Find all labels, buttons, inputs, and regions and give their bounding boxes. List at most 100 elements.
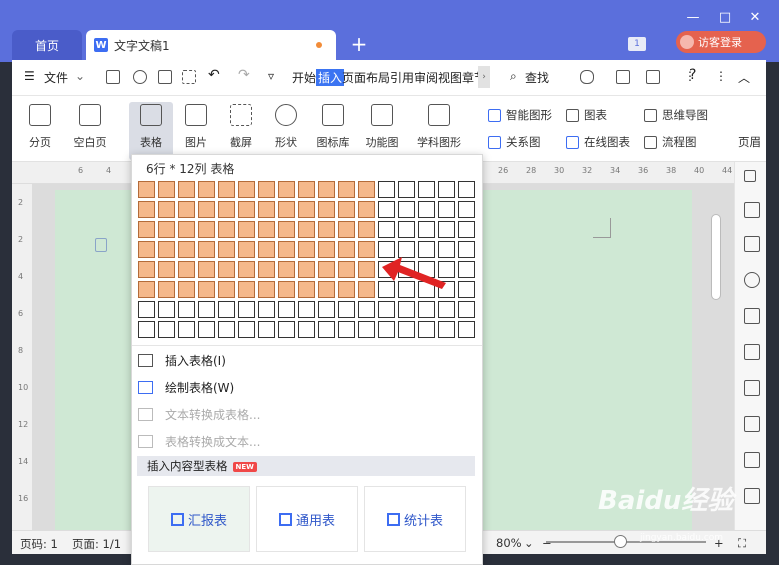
picture-button[interactable]: 图片 [174, 102, 218, 150]
grid-cell[interactable] [178, 181, 195, 198]
grid-cell[interactable] [318, 261, 335, 278]
close-button[interactable]: ✕ [746, 10, 764, 25]
grid-cell[interactable] [138, 221, 155, 238]
save-icon[interactable] [106, 70, 120, 84]
grid-cell[interactable] [278, 241, 295, 258]
grid-cell[interactable] [278, 281, 295, 298]
grid-cell[interactable] [218, 201, 235, 218]
table-tool-icon[interactable] [744, 344, 760, 360]
grid-cell[interactable] [138, 261, 155, 278]
grid-cell[interactable] [198, 281, 215, 298]
grid-cell[interactable] [218, 261, 235, 278]
online-chart-button[interactable]: 在线图表 [566, 134, 630, 150]
zoom-level[interactable]: 80% [496, 536, 522, 550]
grid-cell[interactable] [258, 221, 275, 238]
grid-cell[interactable] [458, 221, 475, 238]
grid-cell[interactable] [338, 301, 355, 318]
grid-cell[interactable] [158, 221, 175, 238]
grid-cell[interactable] [438, 221, 455, 238]
grid-cell[interactable] [218, 181, 235, 198]
grid-cell[interactable] [258, 201, 275, 218]
tab-home[interactable]: 首页 [12, 30, 82, 60]
grid-cell[interactable] [238, 321, 255, 338]
grid-cell[interactable] [138, 181, 155, 198]
table-to-text-item[interactable]: 表格转换成文本... [138, 433, 260, 450]
menu-review[interactable]: 审阅 [414, 69, 438, 86]
grid-cell[interactable] [438, 301, 455, 318]
grid-cell[interactable] [278, 181, 295, 198]
grid-cell[interactable] [198, 301, 215, 318]
mind-map-button[interactable]: 思维导图 [644, 107, 708, 123]
grid-cell[interactable] [458, 241, 475, 258]
grid-cell[interactable] [338, 201, 355, 218]
search-icon[interactable]: ⌕ [510, 69, 517, 84]
grid-cell[interactable] [338, 241, 355, 258]
redo-icon[interactable]: ↷ [238, 67, 250, 83]
draw-table-item[interactable]: 绘制表格(W) [138, 379, 234, 396]
grid-cell[interactable] [158, 321, 175, 338]
style-icon[interactable] [744, 308, 760, 324]
grid-cell[interactable] [218, 221, 235, 238]
grid-cell[interactable] [198, 201, 215, 218]
grid-cell[interactable] [158, 201, 175, 218]
grid-cell[interactable] [238, 281, 255, 298]
grid-cell[interactable] [358, 201, 375, 218]
general-table-card[interactable]: 通用表 [256, 486, 358, 552]
grid-cell[interactable] [218, 301, 235, 318]
grid-cell[interactable] [358, 301, 375, 318]
grid-cell[interactable] [358, 321, 375, 338]
grid-cell[interactable] [358, 241, 375, 258]
fullscreen-icon[interactable]: ⛶ [738, 536, 746, 551]
grid-cell[interactable] [338, 221, 355, 238]
search-label[interactable]: 查找 [525, 69, 549, 86]
grid-cell[interactable] [298, 321, 315, 338]
grid-cell[interactable] [178, 201, 195, 218]
grid-cell[interactable] [318, 241, 335, 258]
grid-cell[interactable] [238, 301, 255, 318]
grid-cell[interactable] [298, 181, 315, 198]
grid-cell[interactable] [378, 181, 395, 198]
grid-cell[interactable] [418, 301, 435, 318]
grid-cell[interactable] [178, 241, 195, 258]
hamburger-icon[interactable]: ☰ [24, 69, 35, 83]
grid-cell[interactable] [138, 321, 155, 338]
grid-cell[interactable] [198, 221, 215, 238]
print-icon[interactable] [158, 70, 172, 84]
grid-cell[interactable] [378, 321, 395, 338]
grid-cell[interactable] [318, 221, 335, 238]
paragraph-marker-icon[interactable] [95, 238, 107, 252]
grid-cell[interactable] [298, 281, 315, 298]
print-preview-icon[interactable] [182, 70, 196, 84]
tab-document[interactable]: W 文字文稿1 [86, 30, 336, 60]
grid-cell[interactable] [318, 181, 335, 198]
grid-cell[interactable] [458, 261, 475, 278]
grid-cell[interactable] [458, 201, 475, 218]
grid-cell[interactable] [198, 261, 215, 278]
grid-cell[interactable] [238, 201, 255, 218]
grid-cell[interactable] [278, 261, 295, 278]
page-break-button[interactable]: 分页 [18, 102, 62, 150]
new-tab-button[interactable]: + [348, 30, 370, 58]
grid-cell[interactable] [358, 261, 375, 278]
vertical-scrollbar[interactable] [711, 214, 721, 300]
grid-cell[interactable] [398, 321, 415, 338]
grid-cell[interactable] [318, 201, 335, 218]
cloud-sync-icon[interactable] [580, 70, 594, 84]
grid-cell[interactable] [238, 261, 255, 278]
grid-cell[interactable] [458, 181, 475, 198]
maximize-button[interactable]: □ [716, 10, 734, 25]
grid-cell[interactable] [398, 181, 415, 198]
grid-cell[interactable] [158, 281, 175, 298]
grid-cell[interactable] [218, 321, 235, 338]
grid-cell[interactable] [438, 181, 455, 198]
quick-access-dropdown-icon[interactable]: ▿ [268, 69, 274, 83]
grid-cell[interactable] [258, 301, 275, 318]
share-icon[interactable] [616, 70, 630, 84]
select-cursor-icon[interactable] [744, 236, 760, 252]
grid-cell[interactable] [218, 241, 235, 258]
grid-cell[interactable] [298, 301, 315, 318]
grid-cell[interactable] [418, 181, 435, 198]
grid-cell[interactable] [458, 321, 475, 338]
grid-cell[interactable] [238, 221, 255, 238]
grid-cell[interactable] [338, 321, 355, 338]
